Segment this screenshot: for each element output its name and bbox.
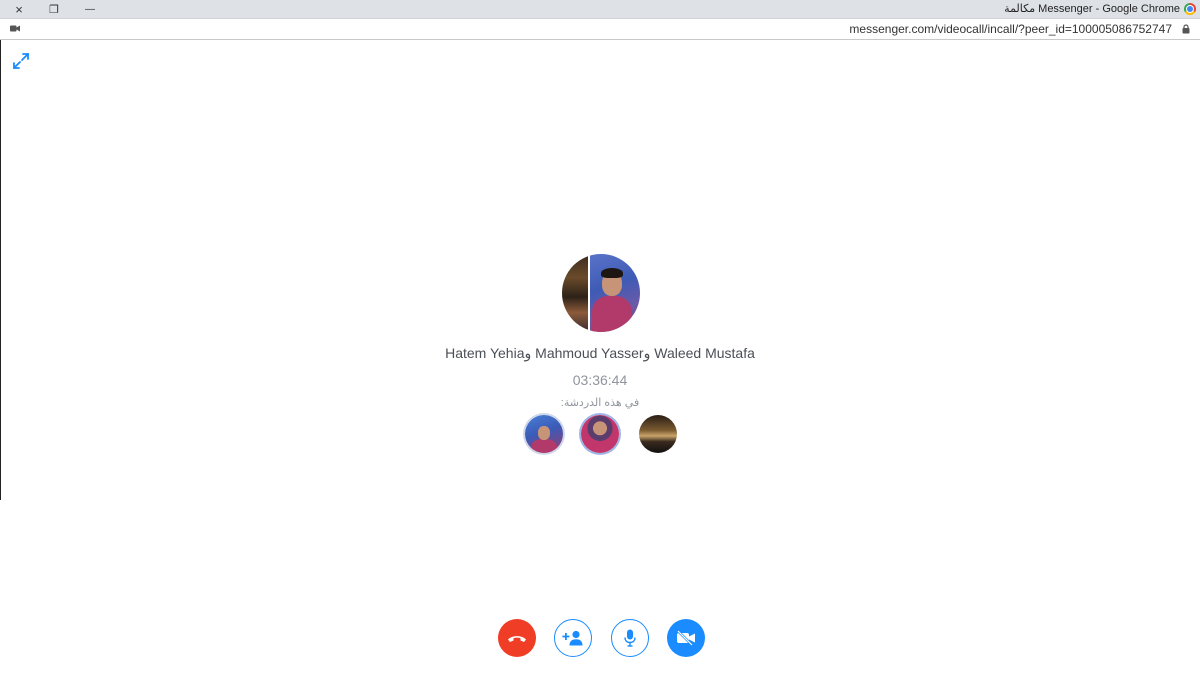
minimize-icon: — bbox=[85, 3, 95, 15]
video-off-icon bbox=[677, 630, 695, 646]
window-title-bar: × ❐ — Messenger - Google Chrome مكالمة bbox=[0, 0, 1200, 19]
restore-window-button[interactable]: ❐ bbox=[37, 0, 71, 18]
lock-icon[interactable] bbox=[1182, 24, 1190, 34]
add-person-icon bbox=[562, 630, 583, 646]
minimize-window-button[interactable]: — bbox=[73, 0, 107, 18]
address-bar: messenger.com/videocall/incall/?peer_id=… bbox=[0, 19, 1200, 40]
close-window-button[interactable]: × bbox=[2, 0, 36, 18]
microphone-button[interactable] bbox=[611, 619, 649, 657]
group-avatar-photo-2 bbox=[590, 254, 640, 332]
participant-avatar[interactable] bbox=[639, 415, 677, 453]
call-duration: 03:36:44 bbox=[572, 372, 628, 388]
group-avatar bbox=[562, 254, 640, 332]
expand-icon[interactable] bbox=[12, 52, 30, 70]
window-edge bbox=[0, 40, 1, 500]
participants-list bbox=[525, 415, 677, 455]
end-call-button[interactable] bbox=[498, 619, 536, 657]
call-participants-names: Hatem Yehiaو Mahmoud Yasserو Waleed Must… bbox=[445, 345, 755, 361]
group-avatar-photo-1 bbox=[562, 254, 588, 332]
add-person-button[interactable] bbox=[554, 619, 592, 657]
chrome-logo-icon bbox=[1184, 3, 1196, 15]
in-chat-label: في هذه الدردشة: bbox=[560, 397, 640, 409]
url-text[interactable]: messenger.com/videocall/incall/?peer_id=… bbox=[849, 22, 1172, 36]
camera-indicator-icon[interactable] bbox=[10, 24, 20, 33]
restore-icon: ❐ bbox=[49, 3, 59, 16]
phone-hangup-icon bbox=[508, 636, 526, 642]
participant-avatar[interactable] bbox=[525, 415, 563, 453]
close-icon: × bbox=[15, 1, 23, 17]
video-toggle-button[interactable] bbox=[667, 619, 705, 657]
window-title: Messenger - Google Chrome مكالمة bbox=[1004, 3, 1180, 15]
participant-avatar[interactable] bbox=[581, 415, 619, 453]
microphone-icon bbox=[624, 629, 636, 647]
